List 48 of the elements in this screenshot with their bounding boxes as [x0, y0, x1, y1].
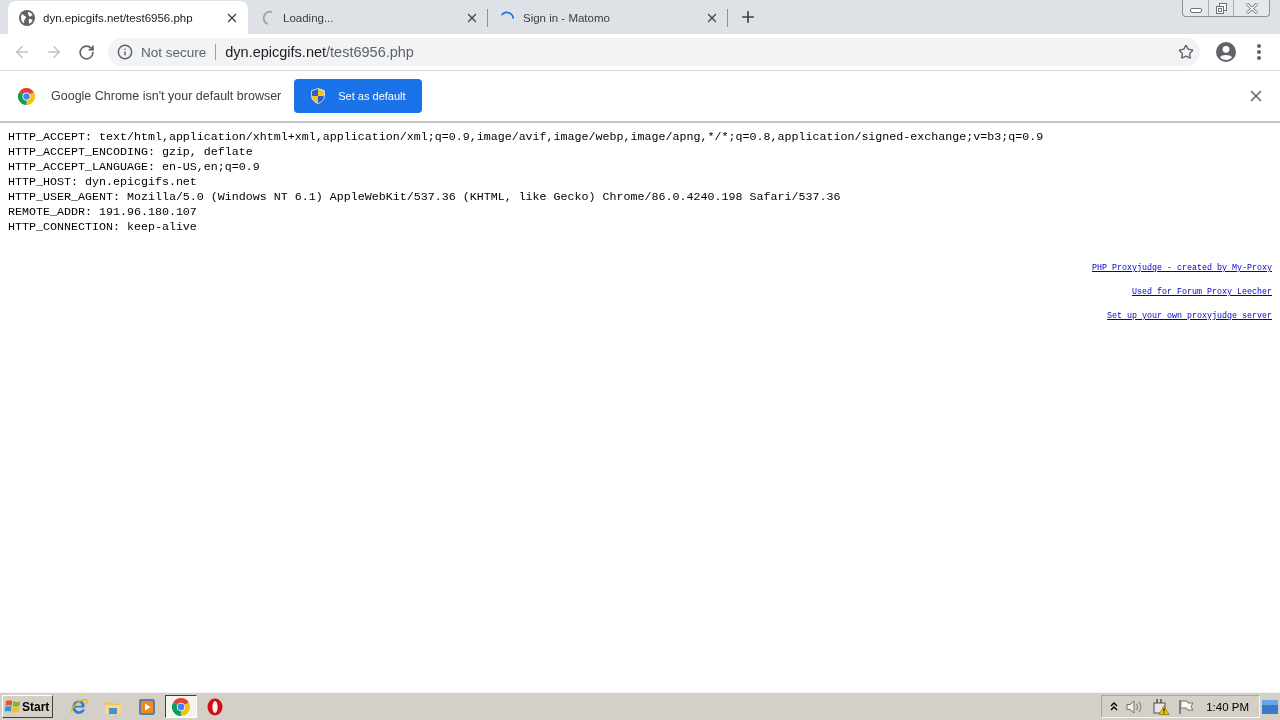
tab-title: Loading... [283, 11, 335, 24]
address-bar[interactable]: Not secure dyn.epicgifs.net/test6956.php [108, 38, 1200, 66]
header-line: REMOTE_ADDR: 191.96.180.107 [8, 205, 198, 220]
e-logo-icon [70, 697, 88, 716]
security-label[interactable]: Not secure [141, 44, 207, 60]
clock[interactable]: 1:40 PM [1206, 700, 1249, 713]
footer-link[interactable]: Set up your own proxyjudge server [1107, 311, 1272, 321]
chevron-up-icon[interactable] [1110, 702, 1119, 711]
footer-link[interactable]: PHP Proxyjudge - created by My-Proxy [1092, 263, 1272, 273]
header-line: HTTP_HOST: dyn.epicgifs.net [8, 175, 198, 190]
chrome-logo-icon [18, 87, 35, 105]
menu-icon [1257, 44, 1261, 60]
shield-icon [310, 88, 327, 104]
browser-tab[interactable]: Loading... [248, 1, 488, 34]
spinner-icon [261, 10, 273, 25]
info-icon [117, 44, 133, 60]
spinner-icon [500, 10, 514, 19]
media-player-icon [138, 697, 156, 716]
tab-title: dyn.epicgifs.net/test6956.php [43, 11, 194, 24]
header-line: HTTP_CONNECTION: keep-alive [8, 220, 198, 235]
close-icon [1245, 2, 1258, 14]
globe-icon [19, 9, 35, 26]
footer-link[interactable]: Used for Forum Proxy Leecher [1132, 287, 1272, 297]
browser-tab[interactable]: dyn.epicgifs.net/test6956.php [8, 1, 248, 34]
infobar-message: Google Chrome isn't your default browser [51, 89, 282, 103]
bookmark-star-icon[interactable] [1178, 44, 1194, 60]
header-line: HTTP_ACCEPT_ENCODING: gzip, deflate [8, 145, 254, 160]
oval-ring-icon [207, 697, 223, 716]
browser-tab[interactable]: Sign in - Matomo [488, 1, 728, 34]
profile-icon [1216, 42, 1236, 62]
network-warning-icon[interactable] [1152, 698, 1171, 715]
plus-icon [739, 8, 757, 26]
header-line: HTTP_ACCEPT: text/html,application/xhtml+xml,application/xml;q=0.9,image/avif,image/webp,image/apng,*/*;q=0.8,application/signed-exchange;v=b3;q=0.9 [8, 130, 1045, 145]
flag-icon[interactable] [1178, 698, 1195, 715]
minimize-icon [1189, 8, 1202, 13]
show-desktop-icon[interactable] [1262, 699, 1278, 714]
chrome-taskbar-button[interactable] [165, 695, 197, 718]
start-button[interactable]: Start [2, 695, 53, 718]
restore-icon [1215, 2, 1227, 14]
url-text: dyn.epicgifs.net/test6956.php [225, 44, 415, 60]
tab-title: Sign in - Matomo [523, 11, 611, 24]
header-line: HTTP_ACCEPT_LANGUAGE: en-US,en;q=0.9 [8, 160, 261, 175]
forward-arrow-icon [45, 43, 63, 61]
windows-logo-icon [5, 699, 21, 714]
chrome-logo-icon [172, 697, 190, 716]
set-default-button[interactable]: Set as default [294, 79, 422, 113]
reload-icon [77, 43, 95, 61]
header-line: HTTP_USER_AGENT: Mozilla/5.0 (Windows NT 6.1) AppleWebKit/537.36 (KHTML, like Gecko) Chrome/86.0.4240.198 Safari/537.36 [8, 190, 842, 205]
